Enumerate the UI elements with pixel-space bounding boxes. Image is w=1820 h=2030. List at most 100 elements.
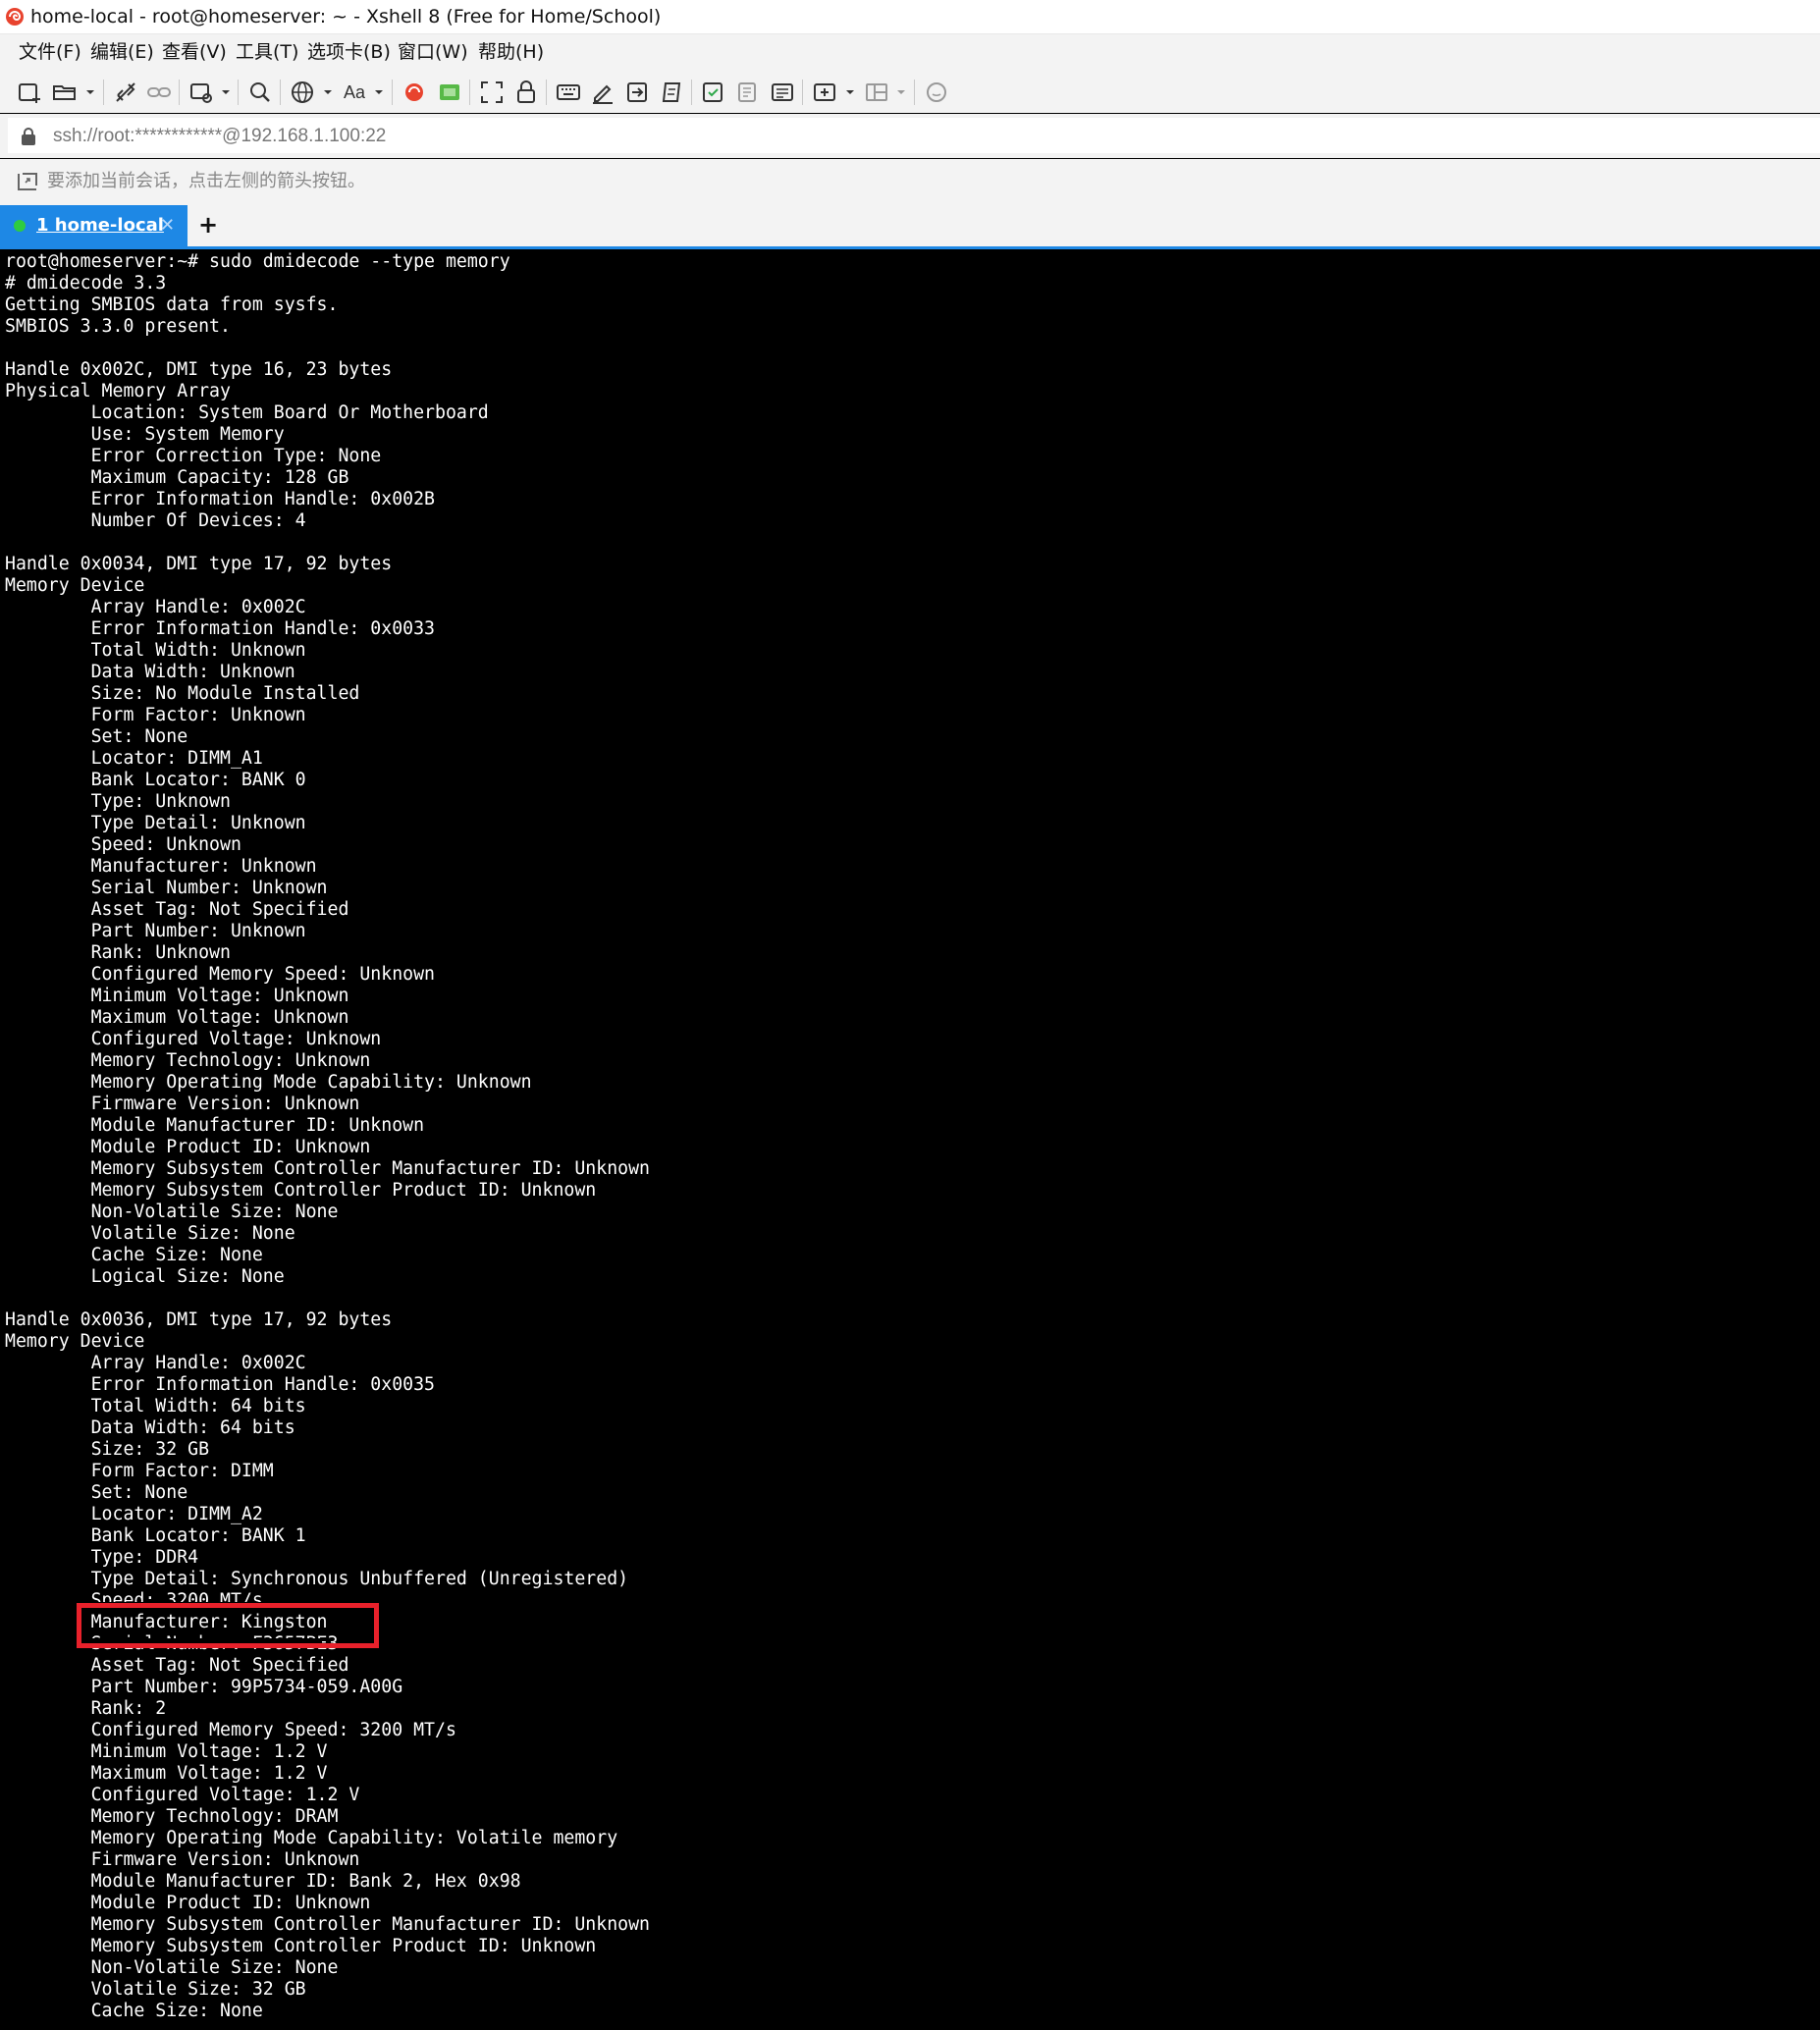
- terminal-line: Serial Number: Unknown: [5, 878, 328, 898]
- log-icon[interactable]: [700, 79, 727, 106]
- chat-icon[interactable]: [923, 79, 950, 106]
- add-tab-button[interactable]: +: [198, 211, 218, 239]
- notes-icon[interactable]: [769, 79, 796, 106]
- toolbar-divider: [914, 80, 915, 105]
- open-session-dropdown-icon[interactable]: [84, 83, 96, 101]
- menu-window[interactable]: 窗口(W): [398, 40, 468, 64]
- globe-dropdown-icon[interactable]: [322, 83, 334, 101]
- open-session-icon[interactable]: [51, 79, 79, 106]
- terminal-line: Speed: Unknown: [5, 834, 241, 855]
- terminal-line: Volatile Size: 32 GB: [5, 1979, 306, 2000]
- font-dropdown-icon[interactable]: [373, 83, 385, 101]
- menu-file[interactable]: 文件(F): [19, 40, 81, 64]
- transfer-icon[interactable]: [623, 79, 651, 106]
- terminal-line: Configured Memory Speed: 3200 MT/s: [5, 1720, 456, 1740]
- menu-tools[interactable]: 工具(T): [236, 40, 298, 64]
- menu-view[interactable]: 查看(V): [162, 40, 227, 64]
- terminal-line: Cache Size: None: [5, 1245, 263, 1265]
- print-icon[interactable]: [734, 79, 762, 106]
- terminal-line: Memory Device: [5, 575, 145, 596]
- window-title: home-local - root@homeserver: ~ - Xshell…: [30, 6, 662, 27]
- connection-status-icon: [14, 220, 26, 232]
- toolbar-divider: [392, 80, 393, 105]
- terminal-line: Form Factor: Unknown: [5, 705, 306, 725]
- terminal-line: Locator: DIMM_A2: [5, 1504, 263, 1524]
- terminal-line: Rank: Unknown: [5, 942, 231, 963]
- terminal-line: Type: Unknown: [5, 791, 231, 812]
- terminal-line: Configured Voltage: Unknown: [5, 1029, 382, 1049]
- terminal-line: Size: 32 GB: [5, 1439, 210, 1460]
- session-hint-text: 要添加当前会话，点击左侧的箭头按钮。: [47, 171, 365, 191]
- script-icon[interactable]: [658, 79, 685, 106]
- globe-icon[interactable]: [289, 79, 316, 106]
- compose-icon[interactable]: [589, 79, 616, 106]
- terminal-line: Locator: DIMM_A1: [5, 748, 263, 769]
- terminal-line: Configured Memory Speed: Unknown: [5, 964, 435, 985]
- new-session-icon[interactable]: [16, 79, 43, 106]
- terminal-line: Bank Locator: BANK 1: [5, 1525, 306, 1546]
- xmanager-icon[interactable]: [436, 79, 463, 106]
- terminal-line: Firmware Version: Unknown: [5, 1849, 360, 1870]
- reconnect-icon[interactable]: [145, 79, 173, 106]
- address-input[interactable]: ssh://root:************@192.168.1.100:22: [8, 118, 1820, 153]
- terminal-line: Data Width: 64 bits: [5, 1417, 295, 1438]
- terminal-line: Memory Subsystem Controller Product ID: …: [5, 1180, 597, 1201]
- close-tab-icon[interactable]: ✕: [160, 214, 175, 238]
- terminal-line: Handle 0x0034, DMI type 17, 92 bytes: [5, 554, 393, 574]
- terminal-line: Memory Subsystem Controller Manufacturer…: [5, 1914, 650, 1935]
- disconnect-icon[interactable]: [112, 79, 139, 106]
- terminal-line: Memory Device: [5, 1331, 145, 1352]
- terminal-line: Non-Volatile Size: None: [5, 1202, 339, 1222]
- terminal-line: Error Information Handle: 0x0033: [5, 618, 435, 639]
- terminal-line: Memory Subsystem Controller Product ID: …: [5, 1936, 597, 1956]
- menu-help[interactable]: 帮助(H): [478, 40, 544, 64]
- terminal-line: SMBIOS 3.3.0 present.: [5, 316, 231, 337]
- terminal-line: Error Information Handle: 0x002B: [5, 489, 435, 509]
- manufacturer-highlight-box: [77, 1603, 379, 1648]
- toolbar-divider: [469, 80, 470, 105]
- terminal-line: Cache Size: None: [5, 2001, 263, 2021]
- add-session-arrow-icon[interactable]: [16, 171, 39, 192]
- keyboard-icon[interactable]: [555, 79, 582, 106]
- add-tab-dropdown-icon[interactable]: [844, 83, 856, 101]
- layout-icon[interactable]: [863, 79, 890, 106]
- toolbar-divider: [546, 80, 547, 105]
- new-window-dropdown-icon[interactable]: [220, 83, 232, 101]
- toolbar-divider: [103, 80, 104, 105]
- tab-home-local[interactable]: 1 home-local ✕: [0, 205, 187, 246]
- terminal-line: Set: None: [5, 1482, 188, 1503]
- terminal-line: Maximum Voltage: 1.2 V: [5, 1763, 328, 1784]
- layout-dropdown-icon[interactable]: [895, 83, 907, 101]
- xftp-icon[interactable]: [401, 79, 428, 106]
- terminal-line: Memory Operating Mode Capability: Unknow…: [5, 1072, 532, 1093]
- address-text: ssh://root:************@192.168.1.100:22: [53, 126, 387, 146]
- new-window-icon[interactable]: [187, 79, 215, 106]
- terminal-line: Bank Locator: BANK 0: [5, 770, 306, 790]
- terminal-line: Memory Technology: DRAM: [5, 1806, 339, 1827]
- menu-tabs[interactable]: 选项卡(B): [307, 40, 391, 64]
- terminal-line: Rank: 2: [5, 1698, 167, 1719]
- toolbar-divider: [238, 80, 239, 105]
- terminal-line: Firmware Version: Unknown: [5, 1094, 360, 1114]
- find-icon[interactable]: [246, 79, 274, 106]
- terminal-line: Module Manufacturer ID: Bank 2, Hex 0x98: [5, 1871, 521, 1892]
- menu-edit[interactable]: 编辑(E): [90, 40, 154, 64]
- terminal-line: Memory Subsystem Controller Manufacturer…: [5, 1158, 650, 1179]
- toolbar-divider: [280, 80, 281, 105]
- fullscreen-icon[interactable]: [478, 79, 506, 106]
- font-icon[interactable]: Aa: [341, 79, 368, 106]
- terminal-line: Error Correction Type: None: [5, 446, 382, 466]
- terminal-line: Module Product ID: Unknown: [5, 1137, 371, 1157]
- lock-icon[interactable]: [512, 79, 540, 106]
- terminal-line: Type: DDR4: [5, 1547, 199, 1568]
- terminal-line: Number Of Devices: 4: [5, 510, 306, 531]
- terminal-output[interactable]: root@homeserver:~# sudo dmidecode --type…: [0, 249, 1820, 2030]
- terminal-line: Handle 0x0036, DMI type 17, 92 bytes: [5, 1309, 393, 1330]
- terminal-line: # dmidecode 3.3: [5, 273, 167, 294]
- terminal-line: Data Width: Unknown: [5, 662, 295, 682]
- xshell-app-icon: [4, 6, 26, 27]
- add-tab-icon[interactable]: [811, 79, 838, 106]
- tab-label: 1 home-local: [36, 215, 164, 236]
